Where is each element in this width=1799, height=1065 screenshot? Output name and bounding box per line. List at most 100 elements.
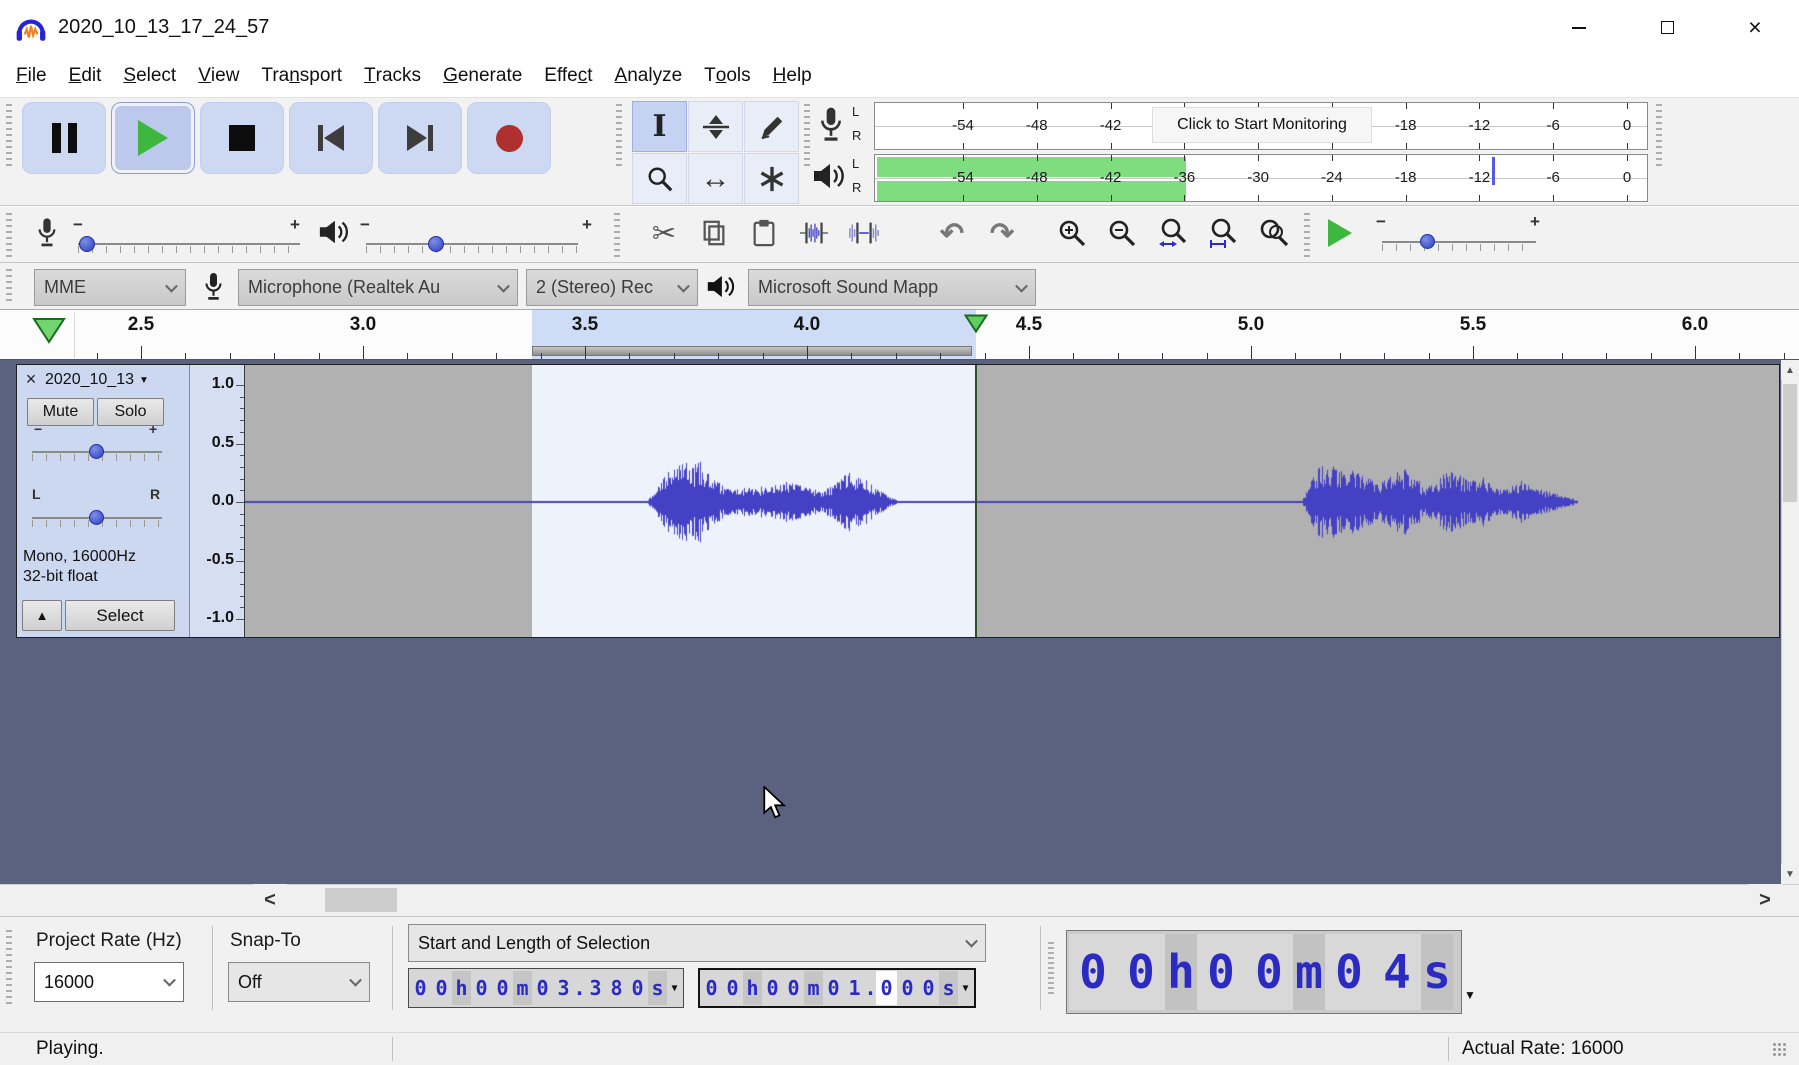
transport-toolbar-grip[interactable] [6, 104, 12, 170]
skip-to-end-button[interactable] [378, 102, 462, 174]
audio-position-display[interactable]: 00h00m04s [1066, 930, 1462, 1014]
meter-toolbar-grip[interactable] [804, 104, 810, 170]
time-field-cell[interactable]: h [743, 971, 762, 1005]
audio-position-dropdown-icon[interactable]: ▼ [1464, 988, 1476, 1002]
selection-length-field[interactable]: 00h00m01.000s▼ [698, 968, 976, 1008]
menu-item-help[interactable]: Help [762, 55, 823, 97]
recording-device-dropdown[interactable]: Microphone (Realtek Au [238, 269, 518, 306]
zoom-tool-button[interactable] [632, 153, 687, 204]
mixer-toolbar-grip[interactable] [6, 213, 12, 257]
time-toolbar-grip[interactable] [1048, 942, 1054, 994]
play-at-speed-grip[interactable] [1304, 213, 1310, 257]
scroll-up-button[interactable]: ▲ [1781, 360, 1799, 380]
meter-end-grip[interactable] [1656, 104, 1662, 170]
waveform-canvas[interactable] [245, 365, 1779, 637]
time-shift-tool-button[interactable]: ↔ [688, 153, 743, 204]
time-field-cell[interactable]: 0 [471, 971, 492, 1005]
menu-item-select[interactable]: Select [112, 55, 187, 97]
time-field-cell[interactable]: 0 [823, 971, 844, 1005]
big-time-cell[interactable]: 0 [1197, 934, 1245, 1010]
track-select-button[interactable]: Select [65, 600, 175, 631]
pan-thumb[interactable] [89, 510, 104, 525]
device-toolbar-grip[interactable] [6, 269, 12, 304]
recording-volume-thumb[interactable] [79, 236, 95, 252]
big-time-cell[interactable]: 4 [1373, 934, 1421, 1010]
silence-audio-button[interactable] [840, 210, 888, 256]
audio-host-dropdown[interactable]: MME [34, 269, 186, 306]
vertical-scale-ruler[interactable]: 1.00.50.0-0.5-1.0 [190, 365, 245, 637]
play-speed-slider[interactable] [1382, 241, 1536, 243]
selection-toolbar-grip[interactable] [6, 930, 12, 1004]
undo-button[interactable]: ↶ [928, 210, 976, 256]
track-name-menu[interactable]: 2020_10_13▼ [45, 370, 177, 390]
snap-to-dropdown[interactable]: Off [228, 962, 370, 1002]
playhead-marker-icon[interactable] [964, 314, 988, 333]
stop-button[interactable] [200, 102, 284, 174]
tools-toolbar-grip[interactable] [616, 104, 622, 170]
scroll-left-button[interactable]: < [253, 884, 287, 916]
time-field-cell[interactable]: 8 [606, 971, 627, 1005]
zoom-in-button[interactable] [1048, 210, 1096, 256]
envelope-tool-button[interactable] [688, 101, 743, 152]
selection-tool-button[interactable]: I [632, 101, 687, 152]
playback-device-dropdown[interactable]: Microsoft Sound Mapp [748, 269, 1036, 306]
time-field-cell[interactable]: h [452, 971, 471, 1005]
gain-thumb[interactable] [89, 444, 104, 459]
big-time-cell[interactable]: s [1421, 934, 1453, 1010]
big-time-cell[interactable]: 0 [1069, 934, 1117, 1010]
time-field-dropdown-icon[interactable]: ▼ [667, 971, 682, 1005]
time-field-cell[interactable]: . [865, 971, 876, 1005]
horizontal-scrollbar-thumb[interactable] [325, 888, 397, 912]
scroll-right-button[interactable]: > [1748, 884, 1782, 916]
time-field-cell[interactable]: 3 [585, 971, 606, 1005]
time-field-cell[interactable]: 0 [431, 971, 452, 1005]
menu-item-tracks[interactable]: Tracks [353, 55, 432, 97]
time-field-cell[interactable]: m [804, 971, 823, 1005]
recording-volume-slider[interactable] [78, 243, 300, 245]
time-field-cell[interactable]: 0 [897, 971, 918, 1005]
menu-item-edit[interactable]: Edit [58, 55, 113, 97]
skip-to-start-button[interactable] [289, 102, 373, 174]
vertical-scrollbar-thumb[interactable] [1783, 384, 1797, 502]
quick-play-region[interactable] [532, 346, 972, 356]
time-field-cell[interactable]: 0 [410, 971, 431, 1005]
close-button[interactable]: × [1711, 0, 1799, 55]
playback-volume-slider[interactable] [366, 243, 578, 245]
scroll-down-button[interactable]: ▼ [1781, 864, 1799, 884]
pause-button[interactable] [22, 102, 106, 174]
big-time-cell[interactable]: 0 [1245, 934, 1293, 1010]
trim-audio-button[interactable] [790, 210, 838, 256]
timeline-ruler[interactable]: 2.53.03.54.04.55.05.56.0 [0, 310, 1799, 360]
time-field-cell[interactable]: 0 [918, 971, 939, 1005]
big-time-cell[interactable]: 0 [1117, 934, 1165, 1010]
time-field-cell[interactable]: 3 [553, 971, 574, 1005]
selection-start-field[interactable]: 00h00m03.380s▼ [408, 968, 684, 1008]
zoom-toggle-button[interactable] [1250, 210, 1298, 256]
multi-tool-button[interactable] [744, 153, 799, 204]
selection-format-dropdown[interactable]: Start and Length of Selection [408, 924, 986, 962]
time-field-cell[interactable]: 0 [532, 971, 553, 1005]
time-field-cell[interactable]: 0 [783, 971, 804, 1005]
play-at-speed-button[interactable] [1316, 210, 1364, 256]
time-field-cell[interactable]: s [939, 971, 958, 1005]
menu-item-generate[interactable]: Generate [432, 55, 533, 97]
menu-item-tools[interactable]: Tools [693, 55, 761, 97]
time-field-cell[interactable]: s [648, 971, 667, 1005]
draw-tool-button[interactable] [744, 101, 799, 152]
time-field-cell[interactable]: 0 [627, 971, 648, 1005]
time-field-cell[interactable]: 0 [722, 971, 743, 1005]
playback-volume-thumb[interactable] [428, 236, 444, 252]
menu-item-effect[interactable]: Effect [533, 55, 603, 97]
playback-meter[interactable]: -54-48-42-36-30-24-18-12-60 [874, 154, 1648, 202]
redo-button[interactable]: ↷ [978, 210, 1026, 256]
big-time-cell[interactable]: m [1293, 934, 1325, 1010]
menu-item-transport[interactable]: Transport [250, 55, 353, 97]
record-button[interactable] [467, 102, 551, 174]
time-field-cell[interactable]: 0 [701, 971, 722, 1005]
title-bar[interactable]: 2020_10_13_17_24_57 × [0, 0, 1799, 55]
copy-button[interactable] [690, 210, 738, 256]
fit-project-button[interactable] [1198, 210, 1246, 256]
track-close-button[interactable]: × [22, 370, 40, 388]
edit-toolbar-grip[interactable] [614, 213, 620, 257]
recording-channels-dropdown[interactable]: 2 (Stereo) Rec [526, 269, 698, 306]
